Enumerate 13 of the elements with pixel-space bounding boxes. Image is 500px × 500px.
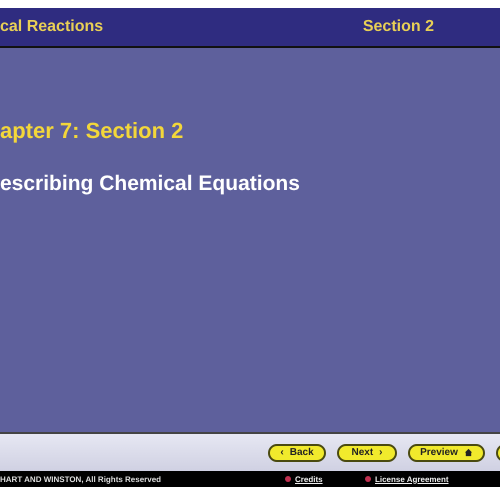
- next-button[interactable]: Next ›: [337, 444, 397, 462]
- footer-link[interactable]: Credits: [295, 474, 323, 484]
- chapter-title: cal Reactions: [0, 18, 104, 36]
- slide-subtitle: escribing Chemical Equations: [0, 172, 301, 196]
- back-button[interactable]: ‹ Back: [268, 444, 326, 462]
- preview-button[interactable]: Preview: [408, 444, 485, 462]
- bullet-icon: [285, 476, 291, 482]
- footer-link[interactable]: License Agreement: [375, 474, 449, 484]
- house-icon: [464, 448, 473, 457]
- slide-title: apter 7: Section 2: [0, 118, 184, 144]
- section-label: Section 2: [362, 18, 434, 36]
- copyright-text: HART AND WINSTON, All Rights Reserved: [0, 474, 162, 484]
- bullet-icon: [365, 476, 371, 482]
